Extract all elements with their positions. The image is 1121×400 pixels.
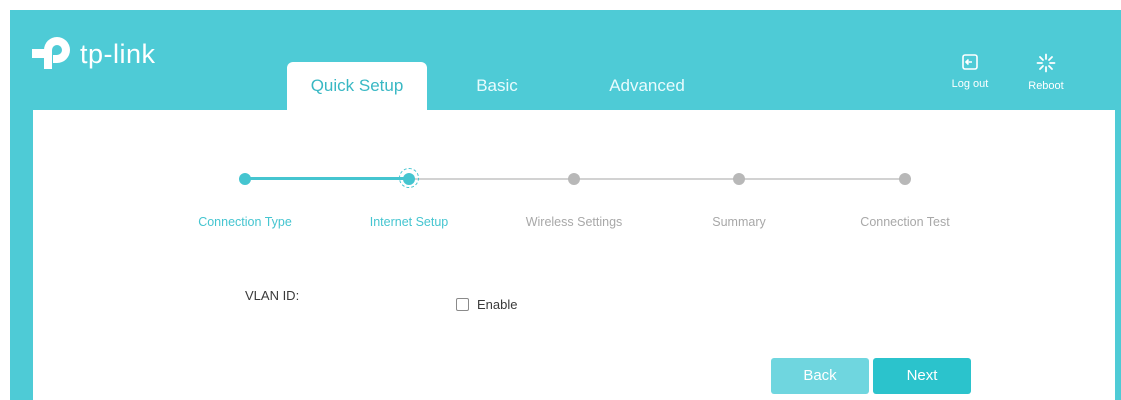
app-header: tp-link Quick Setup Basic Advanced Log o… [10, 10, 1121, 400]
step-connection-type-label: Connection Type [198, 215, 292, 229]
tab-advanced[interactable]: Advanced [567, 62, 727, 110]
logout-icon [962, 54, 978, 70]
reboot-icon [1036, 53, 1056, 73]
step-connection-test-label: Connection Test [860, 215, 950, 229]
reboot-label: Reboot [1028, 80, 1064, 92]
step-wireless-settings-dot [568, 173, 580, 185]
next-button[interactable]: Next [873, 358, 971, 394]
vlan-enable-label[interactable]: Enable [477, 297, 517, 312]
tab-quick-setup[interactable]: Quick Setup [287, 62, 427, 110]
tp-link-logo-icon [32, 37, 70, 69]
reboot-button[interactable]: Reboot [1018, 53, 1074, 92]
main-tabs: Quick Setup Basic Advanced [287, 62, 727, 110]
step-summary-label: Summary [712, 215, 766, 229]
step-summary-dot [733, 173, 745, 185]
vlan-id-label: VLAN ID: [245, 288, 300, 303]
tab-basic[interactable]: Basic [427, 62, 567, 110]
step-wireless-settings-label: Wireless Settings [525, 215, 623, 229]
step-connection-type-dot [239, 173, 251, 185]
logout-button[interactable]: Log out [942, 53, 998, 90]
back-button[interactable]: Back [771, 358, 869, 394]
wizard-progress-fill [245, 177, 410, 180]
brand-name: tp-link [80, 38, 156, 69]
step-internet-setup-label: Internet Setup [369, 215, 449, 229]
tp-link-logo: tp-link [32, 32, 156, 76]
logout-label: Log out [951, 78, 989, 90]
step-connection-test-dot [899, 173, 911, 185]
vlan-enable-checkbox[interactable] [456, 298, 469, 311]
step-internet-setup-dot [403, 173, 415, 185]
quick-setup-panel: Connection Type Internet Setup Wireless … [33, 110, 1115, 400]
